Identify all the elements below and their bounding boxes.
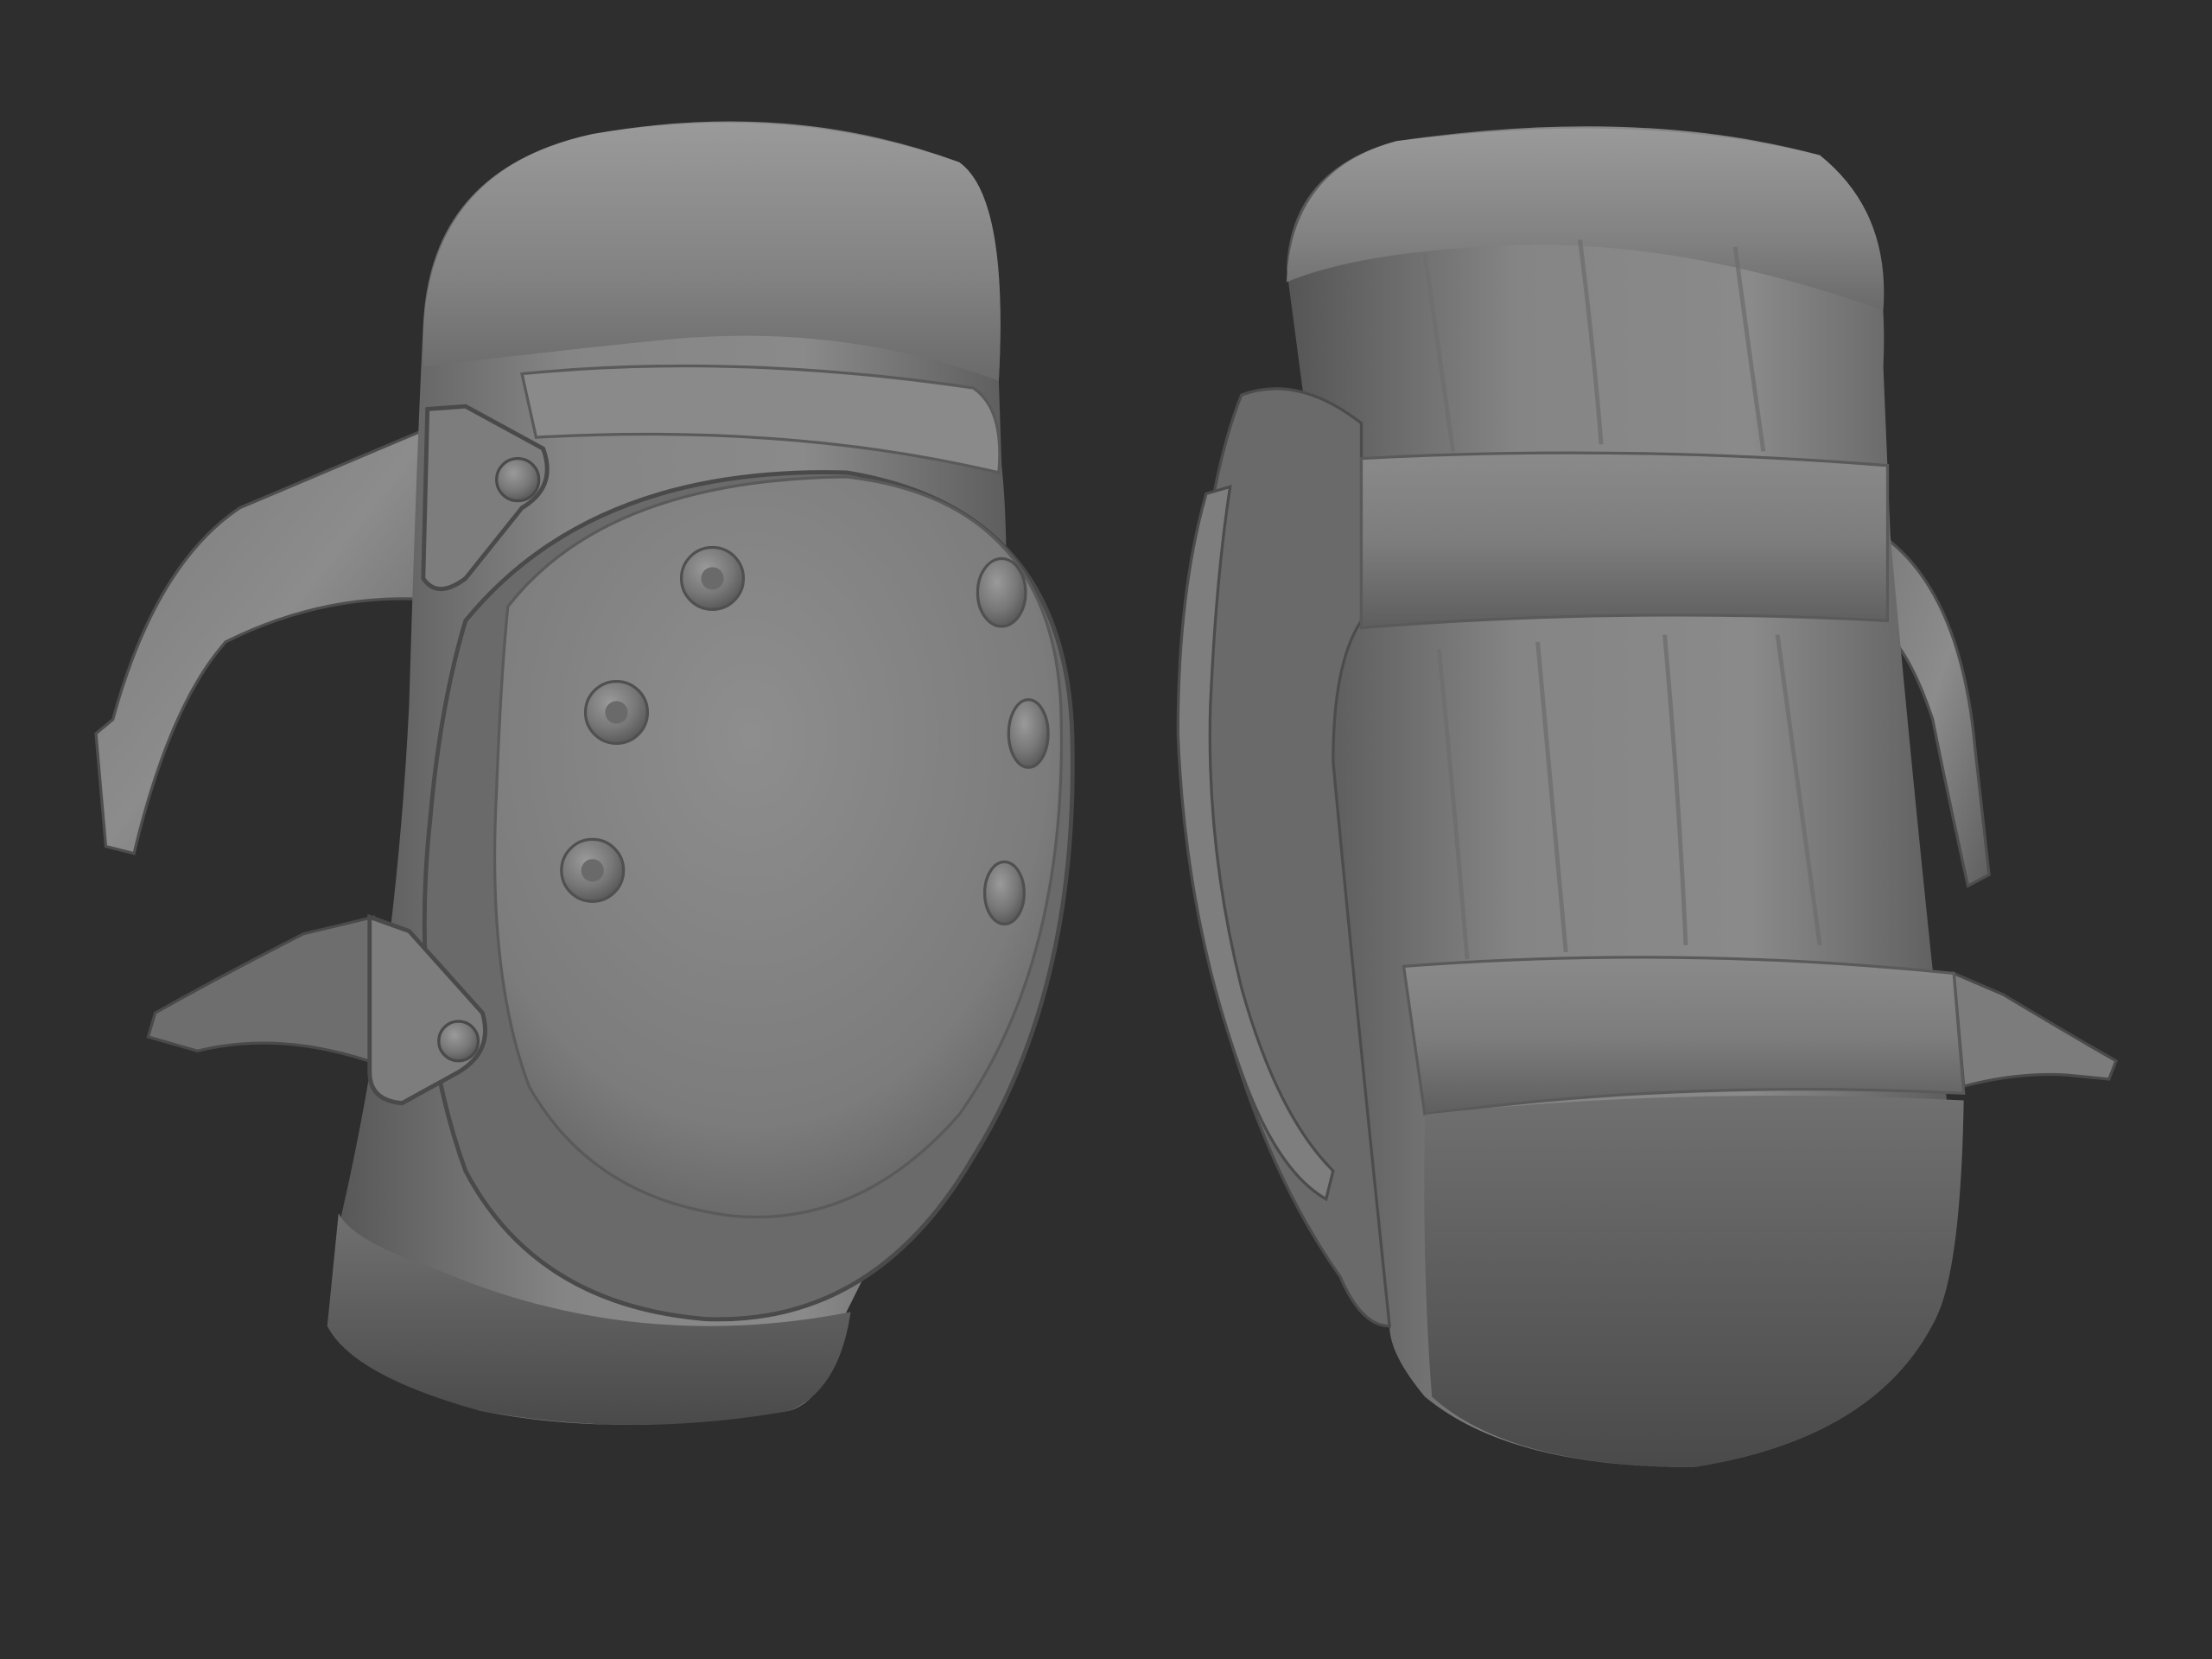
rivet <box>581 859 604 882</box>
rivet <box>1007 698 1050 769</box>
rivet <box>976 556 1027 628</box>
sculpt-render-viewport <box>94 121 2119 1467</box>
knee-pad-front-view <box>94 121 1075 1425</box>
lower-buckle-pin <box>437 1020 480 1063</box>
rivet <box>605 701 628 724</box>
lower-strap-left <box>146 915 383 1068</box>
rivet <box>982 860 1026 926</box>
knee-pad-back-view <box>1176 126 2119 1467</box>
upper-strap-left <box>94 428 432 855</box>
lower-strap-right <box>1952 970 2119 1089</box>
upper-buckle-pin <box>495 456 541 503</box>
lower-band <box>1402 956 1966 1116</box>
back-bottom <box>1424 1096 1964 1467</box>
rivet <box>701 567 724 590</box>
upper-band <box>1359 451 1890 630</box>
